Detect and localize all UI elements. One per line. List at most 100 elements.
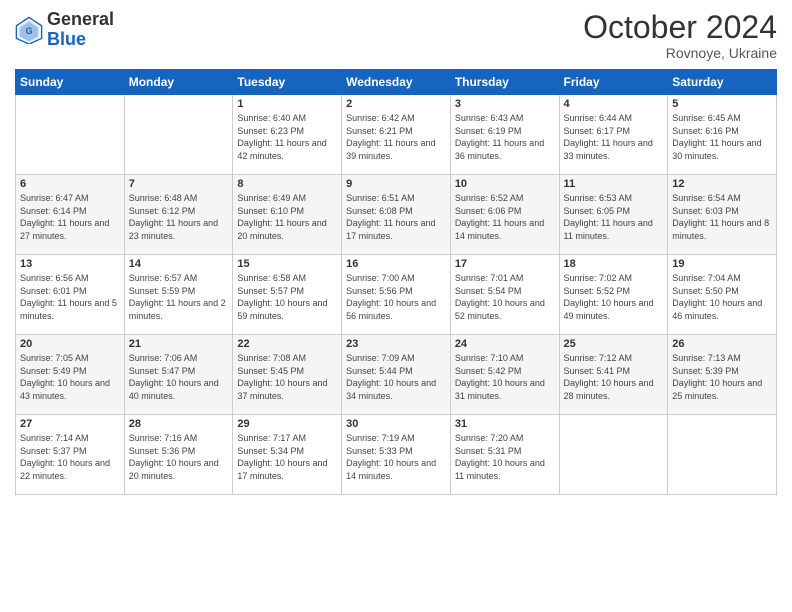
calendar-week-2: 6 Sunrise: 6:47 AM Sunset: 6:14 PM Daylig…: [16, 175, 777, 255]
calendar-cell: 26Sunrise: 7:13 AM Sunset: 5:39 PM Dayli…: [668, 335, 777, 415]
day-info: Sunrise: 6:54 AM Sunset: 6:03 PM Dayligh…: [672, 192, 772, 242]
day-info: Sunrise: 7:09 AM Sunset: 5:44 PM Dayligh…: [346, 352, 446, 402]
day-info: Sunrise: 7:17 AM Sunset: 5:34 PM Dayligh…: [237, 432, 337, 482]
calendar-cell: 5Sunrise: 6:45 AM Sunset: 6:16 PM Daylig…: [668, 95, 777, 175]
day-number: 21: [129, 338, 229, 350]
day-info: Sunrise: 6:51 AM Sunset: 6:08 PM Dayligh…: [346, 192, 446, 242]
day-number: 15: [237, 258, 337, 270]
calendar-week-1: 1 Sunrise: 6:40 AM Sunset: 6:23 PM Daylig…: [16, 95, 777, 175]
calendar-cell: 29 Sunrise: 7:17 AM Sunset: 5:34 PM Dayli…: [233, 415, 342, 495]
day-info: Sunrise: 6:48 AM Sunset: 6:12 PM Dayligh…: [129, 192, 229, 242]
day-info: Sunrise: 7:00 AM Sunset: 5:56 PM Dayligh…: [346, 272, 446, 322]
day-info: Sunrise: 7:16 AM Sunset: 5:36 PM Dayligh…: [129, 432, 229, 482]
calendar-header-row: SundayMondayTuesdayWednesdayThursdayFrid…: [16, 70, 777, 95]
calendar-cell: [124, 95, 233, 175]
calendar-header-sunday: Sunday: [16, 70, 125, 95]
calendar-header-wednesday: Wednesday: [342, 70, 451, 95]
day-info: Sunrise: 6:44 AM Sunset: 6:17 PM Dayligh…: [564, 112, 664, 162]
day-number: 1: [237, 98, 337, 110]
day-info: Sunrise: 7:10 AM Sunset: 5:42 PM Dayligh…: [455, 352, 555, 402]
day-number: 13: [20, 258, 120, 270]
day-number: 2: [346, 98, 446, 110]
day-info: Sunrise: 7:06 AM Sunset: 5:47 PM Dayligh…: [129, 352, 229, 402]
day-info: Sunrise: 6:57 AM Sunset: 5:59 PM Dayligh…: [129, 272, 229, 322]
calendar-cell: 17 Sunrise: 7:01 AM Sunset: 5:54 PM Dayli…: [450, 255, 559, 335]
day-number: 25: [564, 338, 664, 350]
calendar-cell: 15 Sunrise: 6:58 AM Sunset: 5:57 PM Dayli…: [233, 255, 342, 335]
day-number: 31: [455, 418, 555, 430]
calendar-cell: 19 Sunrise: 7:04 AM Sunset: 5:50 PM Dayli…: [668, 255, 777, 335]
day-info: Sunrise: 7:04 AM Sunset: 5:50 PM Dayligh…: [672, 272, 772, 322]
calendar-cell: 12 Sunrise: 6:54 AM Sunset: 6:03 PM Dayli…: [668, 175, 777, 255]
day-number: 27: [20, 418, 120, 430]
day-info: Sunrise: 7:20 AM Sunset: 5:31 PM Dayligh…: [455, 432, 555, 482]
calendar-cell: 23 Sunrise: 7:09 AM Sunset: 5:44 PM Dayli…: [342, 335, 451, 415]
calendar-header-saturday: Saturday: [668, 70, 777, 95]
day-number: 9: [346, 178, 446, 190]
day-info: Sunrise: 6:56 AM Sunset: 6:01 PM Dayligh…: [20, 272, 120, 322]
calendar-cell: 10Sunrise: 6:52 AM Sunset: 6:06 PM Dayli…: [450, 175, 559, 255]
day-info: Sunrise: 6:52 AM Sunset: 6:06 PM Dayligh…: [455, 192, 555, 242]
calendar-cell: 27 Sunrise: 7:14 AM Sunset: 5:37 PM Dayli…: [16, 415, 125, 495]
calendar-week-3: 13 Sunrise: 6:56 AM Sunset: 6:01 PM Dayli…: [16, 255, 777, 335]
day-number: 17: [455, 258, 555, 270]
day-info: Sunrise: 6:43 AM Sunset: 6:19 PM Dayligh…: [455, 112, 555, 162]
calendar-cell: 21 Sunrise: 7:06 AM Sunset: 5:47 PM Dayli…: [124, 335, 233, 415]
day-number: 24: [455, 338, 555, 350]
title-block: October 2024 Rovnoye, Ukraine: [583, 10, 777, 61]
calendar-week-4: 20 Sunrise: 7:05 AM Sunset: 5:49 PM Dayli…: [16, 335, 777, 415]
calendar-cell: [16, 95, 125, 175]
calendar-cell: 18Sunrise: 7:02 AM Sunset: 5:52 PM Dayli…: [559, 255, 668, 335]
day-info: Sunrise: 7:02 AM Sunset: 5:52 PM Dayligh…: [564, 272, 664, 322]
logo-text: General Blue: [47, 10, 114, 50]
day-number: 8: [237, 178, 337, 190]
calendar-cell: 20 Sunrise: 7:05 AM Sunset: 5:49 PM Dayli…: [16, 335, 125, 415]
logo-icon: G: [15, 16, 43, 44]
calendar-cell: 13 Sunrise: 6:56 AM Sunset: 6:01 PM Dayli…: [16, 255, 125, 335]
day-number: 4: [564, 98, 664, 110]
day-info: Sunrise: 7:01 AM Sunset: 5:54 PM Dayligh…: [455, 272, 555, 322]
calendar-cell: [668, 415, 777, 495]
calendar-cell: 16Sunrise: 7:00 AM Sunset: 5:56 PM Dayli…: [342, 255, 451, 335]
header: G General Blue October 2024 Rovnoye, Ukr…: [15, 10, 777, 61]
logo: G General Blue: [15, 10, 114, 50]
day-number: 3: [455, 98, 555, 110]
calendar-header-friday: Friday: [559, 70, 668, 95]
calendar-week-5: 27 Sunrise: 7:14 AM Sunset: 5:37 PM Dayli…: [16, 415, 777, 495]
calendar-cell: 2 Sunrise: 6:42 AM Sunset: 6:21 PM Daylig…: [342, 95, 451, 175]
calendar-cell: 28 Sunrise: 7:16 AM Sunset: 5:36 PM Dayli…: [124, 415, 233, 495]
day-info: Sunrise: 7:14 AM Sunset: 5:37 PM Dayligh…: [20, 432, 120, 482]
calendar-header-thursday: Thursday: [450, 70, 559, 95]
day-info: Sunrise: 6:40 AM Sunset: 6:23 PM Dayligh…: [237, 112, 337, 162]
calendar-cell: 9 Sunrise: 6:51 AM Sunset: 6:08 PM Daylig…: [342, 175, 451, 255]
calendar-header-tuesday: Tuesday: [233, 70, 342, 95]
calendar-cell: 6 Sunrise: 6:47 AM Sunset: 6:14 PM Daylig…: [16, 175, 125, 255]
calendar-cell: 24 Sunrise: 7:10 AM Sunset: 5:42 PM Dayli…: [450, 335, 559, 415]
logo-blue: Blue: [47, 29, 86, 49]
day-info: Sunrise: 6:47 AM Sunset: 6:14 PM Dayligh…: [20, 192, 120, 242]
day-info: Sunrise: 6:53 AM Sunset: 6:05 PM Dayligh…: [564, 192, 664, 242]
calendar-cell: [559, 415, 668, 495]
day-number: 19: [672, 258, 772, 270]
month-title: October 2024: [583, 10, 777, 45]
day-info: Sunrise: 6:58 AM Sunset: 5:57 PM Dayligh…: [237, 272, 337, 322]
svg-text:G: G: [25, 26, 32, 36]
day-info: Sunrise: 6:42 AM Sunset: 6:21 PM Dayligh…: [346, 112, 446, 162]
day-number: 23: [346, 338, 446, 350]
day-info: Sunrise: 7:19 AM Sunset: 5:33 PM Dayligh…: [346, 432, 446, 482]
day-number: 7: [129, 178, 229, 190]
day-number: 29: [237, 418, 337, 430]
calendar-header-monday: Monday: [124, 70, 233, 95]
day-number: 6: [20, 178, 120, 190]
calendar-cell: 25Sunrise: 7:12 AM Sunset: 5:41 PM Dayli…: [559, 335, 668, 415]
calendar-cell: 31 Sunrise: 7:20 AM Sunset: 5:31 PM Dayli…: [450, 415, 559, 495]
day-info: Sunrise: 7:08 AM Sunset: 5:45 PM Dayligh…: [237, 352, 337, 402]
day-number: 20: [20, 338, 120, 350]
calendar-cell: 14Sunrise: 6:57 AM Sunset: 5:59 PM Dayli…: [124, 255, 233, 335]
day-number: 12: [672, 178, 772, 190]
day-number: 22: [237, 338, 337, 350]
calendar-cell: 8Sunrise: 6:49 AM Sunset: 6:10 PM Daylig…: [233, 175, 342, 255]
day-number: 28: [129, 418, 229, 430]
day-info: Sunrise: 7:05 AM Sunset: 5:49 PM Dayligh…: [20, 352, 120, 402]
day-number: 26: [672, 338, 772, 350]
